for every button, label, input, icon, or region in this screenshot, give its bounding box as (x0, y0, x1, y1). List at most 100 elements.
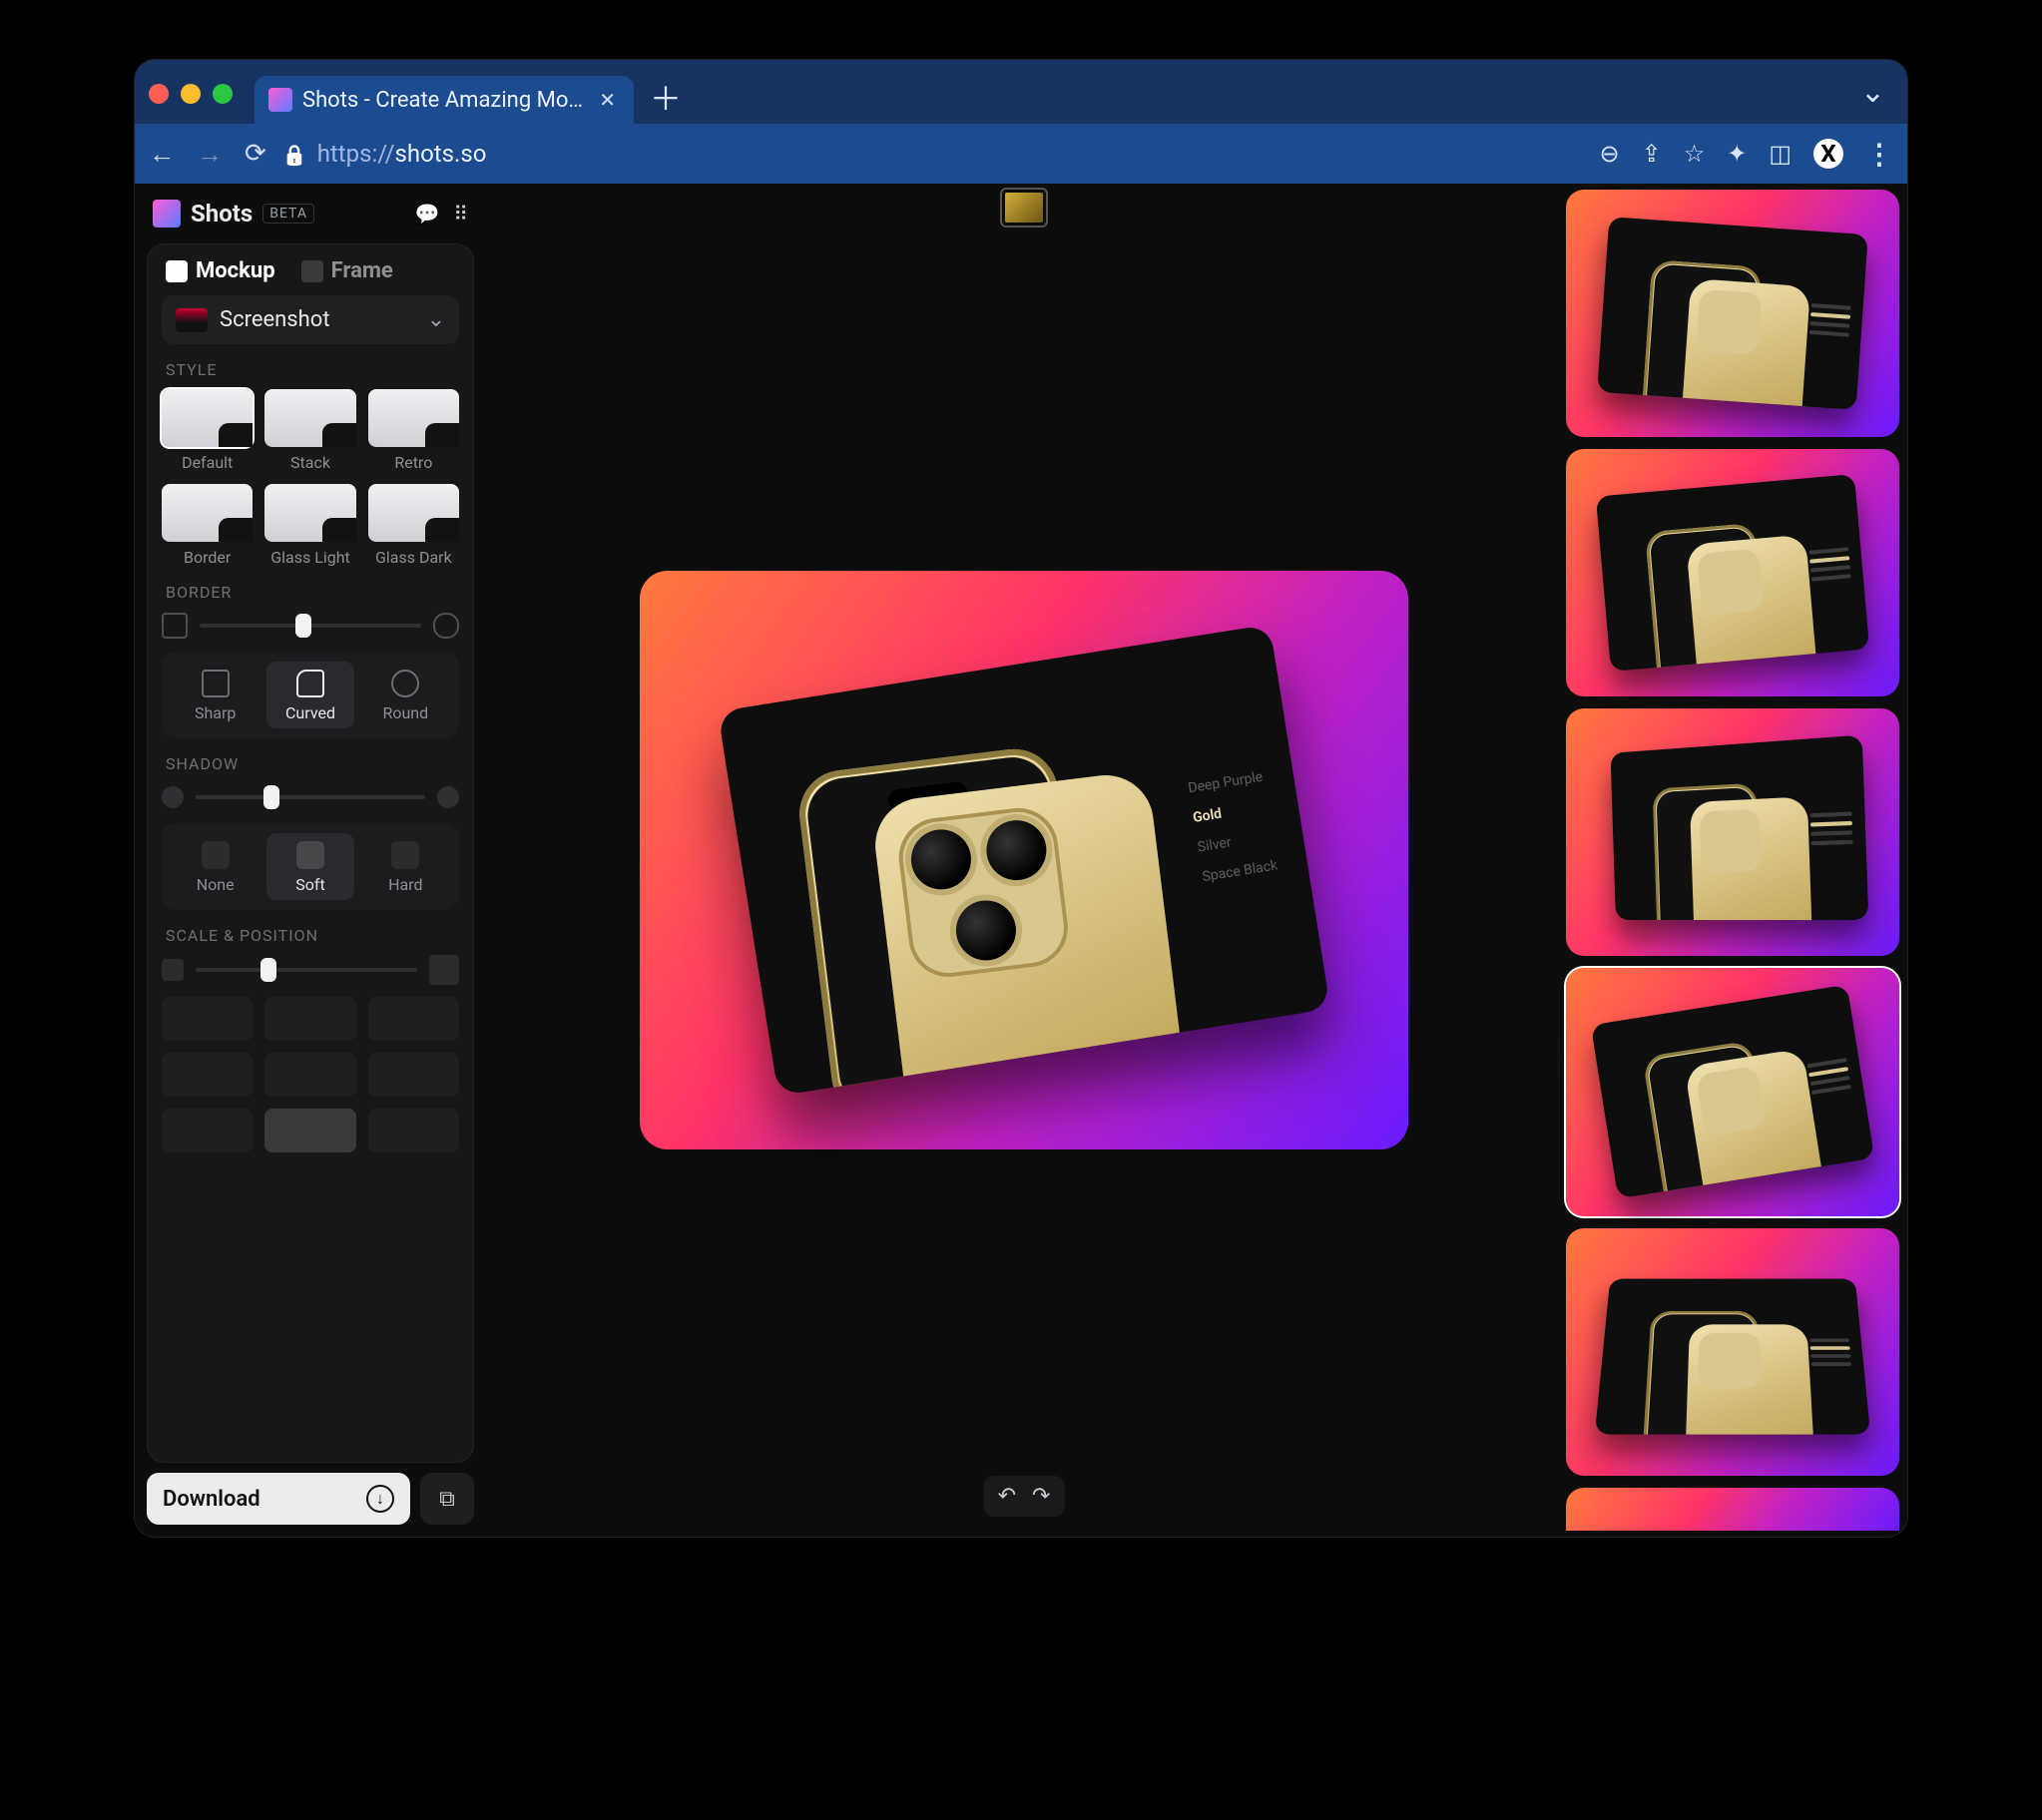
minimize-window-icon[interactable] (181, 84, 201, 104)
beta-badge: BETA (262, 204, 314, 224)
gallery-item-1[interactable] (1566, 449, 1899, 696)
close-window-icon[interactable] (149, 84, 169, 104)
style-label: Glass Light (270, 548, 350, 567)
sidepanel-icon[interactable]: ◫ (1769, 140, 1791, 168)
style-label: Retro (394, 453, 432, 472)
border-slider-row (162, 612, 459, 640)
scale-max-icon (429, 955, 459, 985)
url-bar: ← → ⟳ https://shots.so ⊖ ⇪ ☆ ✦ ◫ X (135, 124, 1907, 184)
bookmark-icon[interactable]: ☆ (1684, 140, 1706, 168)
position-cell-5[interactable] (368, 1053, 459, 1097)
browser-tab[interactable]: Shots - Create Amazing Mocku ✕ (255, 76, 634, 124)
mode-frame[interactable]: Frame (301, 258, 393, 283)
border-min-icon (162, 613, 188, 639)
chevron-down-icon: ⌄ (427, 307, 445, 332)
mode-mockup[interactable]: Mockup (166, 258, 275, 283)
favicon-icon (268, 88, 292, 112)
scale-slider-row (162, 955, 459, 985)
browser-window: Shots - Create Amazing Mocku ✕ ＋ ← → ⟳ h… (135, 60, 1907, 1537)
shadow-slider[interactable] (196, 783, 425, 811)
controls-panel: Mockup Frame Screenshot ⌄ STYLE DefaultS… (147, 243, 474, 1463)
url-host: shots.so (394, 140, 486, 168)
gallery-card (1591, 985, 1874, 1199)
mockup-preview[interactable]: Deep PurpleGoldSilverSpace Black (640, 571, 1408, 1149)
maximize-window-icon[interactable] (213, 84, 233, 104)
position-grid (162, 997, 459, 1152)
position-cell-3[interactable] (162, 1053, 253, 1097)
new-tab-button[interactable]: ＋ (634, 74, 698, 120)
share-icon[interactable]: ⇪ (1642, 140, 1662, 168)
back-icon[interactable]: ← (149, 139, 175, 170)
shadow-min-icon (162, 786, 184, 808)
border-opt-round[interactable]: Round (362, 662, 449, 728)
border-slider[interactable] (200, 612, 421, 640)
section-border: BORDER (166, 583, 455, 602)
titlebar: Shots - Create Amazing Mocku ✕ ＋ (135, 60, 1907, 124)
layer-thumb[interactable] (1000, 188, 1048, 228)
position-cell-0[interactable] (162, 997, 253, 1041)
color-option: Space Black (1201, 857, 1278, 885)
style-glass-light[interactable]: Glass Light (264, 484, 355, 567)
gallery-item-5[interactable] (1566, 1488, 1899, 1531)
shadow-options: NoneSoftHard (162, 823, 459, 910)
zoom-out-icon[interactable]: ⊖ (1599, 140, 1619, 168)
tabs-menu-button[interactable] (1860, 75, 1885, 110)
scale-min-icon (162, 959, 184, 981)
lock-icon (282, 140, 307, 168)
style-swatch (264, 389, 355, 447)
app-name: Shots (191, 200, 253, 228)
border-opt-curved[interactable]: Curved (266, 662, 353, 728)
position-cell-6[interactable] (162, 1109, 253, 1152)
shadow-max-icon (437, 786, 459, 808)
gallery-item-3[interactable] (1566, 968, 1899, 1215)
redo-icon[interactable]: ↷ (1032, 1484, 1050, 1509)
shadow-opt-none[interactable]: None (172, 833, 258, 900)
shadow-opt-hard[interactable]: Hard (362, 833, 449, 900)
gallery-item-2[interactable] (1566, 708, 1899, 956)
copy-button[interactable]: ⧉ (420, 1473, 474, 1525)
position-cell-8[interactable] (368, 1109, 459, 1152)
position-cell-1[interactable] (264, 997, 355, 1041)
scale-slider[interactable] (196, 956, 417, 984)
style-label: Default (182, 453, 233, 472)
gallery-item-4[interactable] (1566, 1228, 1899, 1476)
address-field[interactable]: https://shots.so (282, 140, 1594, 168)
tab-close-icon[interactable]: ✕ (595, 88, 620, 112)
color-option: Gold (1192, 798, 1270, 826)
style-default[interactable]: Default (162, 389, 253, 472)
forward-icon[interactable]: → (197, 139, 223, 170)
canvas[interactable]: Deep PurpleGoldSilverSpace Black ↶ ↷ (486, 184, 1562, 1537)
style-stack[interactable]: Stack (264, 389, 355, 472)
browser-menu-icon[interactable] (1865, 138, 1893, 171)
border-opt-sharp[interactable]: Sharp (172, 662, 258, 728)
shadow-opt-icon (296, 841, 324, 869)
mockup-card: Deep PurpleGoldSilverSpace Black (718, 625, 1330, 1097)
reload-icon[interactable]: ⟳ (245, 139, 266, 169)
sidebar: Shots BETA 💬 ⠿ Mockup Frame Screenshot ⌄… (135, 184, 486, 1537)
download-button[interactable]: Download ↓ (147, 1473, 410, 1525)
style-retro[interactable]: Retro (368, 389, 459, 472)
chat-icon[interactable]: 💬 (414, 202, 439, 226)
position-cell-7[interactable] (264, 1109, 355, 1152)
position-cell-4[interactable] (264, 1053, 355, 1097)
style-label: Glass Dark (375, 548, 452, 567)
extensions-icon[interactable]: ✦ (1727, 140, 1747, 168)
style-grid: Default Stack Retro Border Glass Light Glass … (162, 389, 459, 567)
url-scheme: https:// (317, 140, 395, 168)
shadow-opt-soft[interactable]: Soft (266, 833, 353, 900)
apps-icon[interactable]: ⠿ (453, 202, 468, 226)
gallery (1562, 184, 1907, 1537)
style-border[interactable]: Border (162, 484, 253, 567)
style-glass-dark[interactable]: Glass Dark (368, 484, 459, 567)
profile-badge-icon[interactable]: X (1813, 139, 1843, 169)
gallery-item-0[interactable] (1566, 190, 1899, 437)
gallery-card (1597, 217, 1868, 410)
undo-icon[interactable]: ↶ (998, 1484, 1016, 1509)
mockup-select[interactable]: Screenshot ⌄ (162, 295, 459, 344)
style-label: Stack (290, 453, 330, 472)
phone-back (870, 770, 1192, 1097)
position-cell-2[interactable] (368, 997, 459, 1041)
color-options: Deep PurpleGoldSilverSpace Black (1187, 769, 1278, 886)
shadow-opt-icon (202, 841, 230, 869)
section-scale: SCALE & POSITION (166, 926, 455, 945)
